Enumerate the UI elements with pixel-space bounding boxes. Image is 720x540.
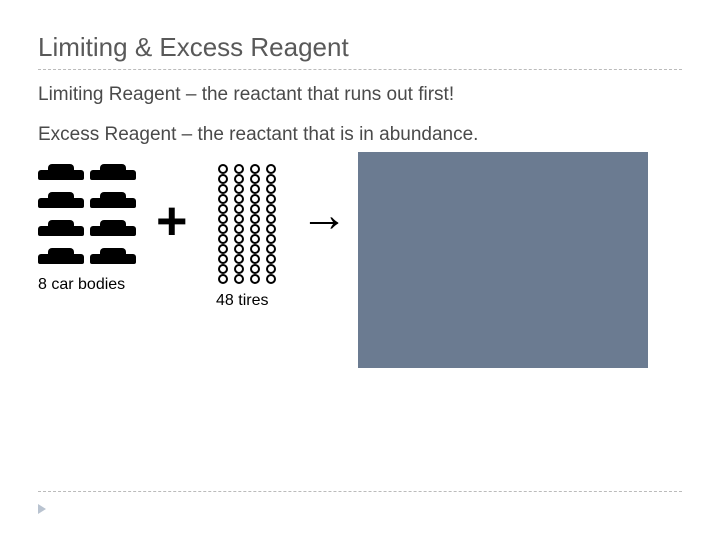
tire-icon <box>234 234 244 244</box>
slide-title: Limiting & Excess Reagent <box>38 32 682 70</box>
tire-icon <box>250 254 260 264</box>
tire-icon <box>218 254 228 264</box>
car-icon <box>38 164 84 184</box>
tire-icon <box>250 234 260 244</box>
footer-bullet-icon <box>38 504 46 514</box>
product-placeholder-box <box>358 152 648 368</box>
car-icon <box>38 192 84 212</box>
car-icon <box>90 164 136 184</box>
tire-icon <box>234 264 244 274</box>
tire-icon <box>218 214 228 224</box>
tire-icon <box>266 254 276 264</box>
definitions: Limiting Reagent – the reactant that run… <box>38 84 682 146</box>
tires-grid <box>218 164 280 284</box>
tire-icon <box>250 174 260 184</box>
tire-icon <box>266 274 276 284</box>
tire-icon <box>250 194 260 204</box>
tire-icon <box>234 274 244 284</box>
tire-icon <box>218 264 228 274</box>
car-icon <box>90 192 136 212</box>
tire-icon <box>266 174 276 184</box>
car-icon <box>90 220 136 240</box>
arrow-icon: → <box>300 192 348 240</box>
tire-icon <box>266 184 276 194</box>
tire-icon <box>266 164 276 174</box>
tire-icon <box>250 214 260 224</box>
tire-icon <box>250 244 260 254</box>
tire-icon <box>218 164 228 174</box>
excess-definition: Excess Reagent – the reactant that is in… <box>38 124 682 146</box>
tire-icon <box>250 204 260 214</box>
tire-icon <box>266 194 276 204</box>
tire-icon <box>218 234 228 244</box>
tire-icon <box>234 214 244 224</box>
tire-icon <box>234 244 244 254</box>
tire-icon <box>234 164 244 174</box>
tire-icon <box>218 174 228 184</box>
tire-icon <box>266 234 276 244</box>
equation-diagram: 8 car bodies + 48 tires → <box>38 164 682 394</box>
tire-icon <box>234 174 244 184</box>
slide: Limiting & Excess Reagent Limiting Reage… <box>0 0 720 394</box>
tire-icon <box>250 274 260 284</box>
tire-icon <box>266 244 276 254</box>
tire-icon <box>266 264 276 274</box>
footer-rule <box>38 491 682 492</box>
tire-icon <box>218 184 228 194</box>
tire-icon <box>234 204 244 214</box>
car-icon <box>38 248 84 268</box>
tire-icon <box>218 224 228 234</box>
tire-icon <box>218 204 228 214</box>
tires-label: 48 tires <box>216 292 268 310</box>
car-bodies-grid <box>38 164 136 272</box>
tire-icon <box>266 214 276 224</box>
car-icon <box>90 248 136 268</box>
tire-icon <box>250 224 260 234</box>
tire-icon <box>218 244 228 254</box>
tire-icon <box>234 224 244 234</box>
tire-icon <box>250 164 260 174</box>
tire-icon <box>250 184 260 194</box>
plus-icon: + <box>156 194 188 248</box>
cars-label: 8 car bodies <box>38 276 125 294</box>
tire-icon <box>218 194 228 204</box>
tire-icon <box>250 264 260 274</box>
tire-icon <box>234 194 244 204</box>
car-icon <box>38 220 84 240</box>
tire-icon <box>218 274 228 284</box>
tire-icon <box>266 204 276 214</box>
tire-icon <box>234 254 244 264</box>
tire-icon <box>266 224 276 234</box>
tire-icon <box>234 184 244 194</box>
limiting-definition: Limiting Reagent – the reactant that run… <box>38 84 682 106</box>
